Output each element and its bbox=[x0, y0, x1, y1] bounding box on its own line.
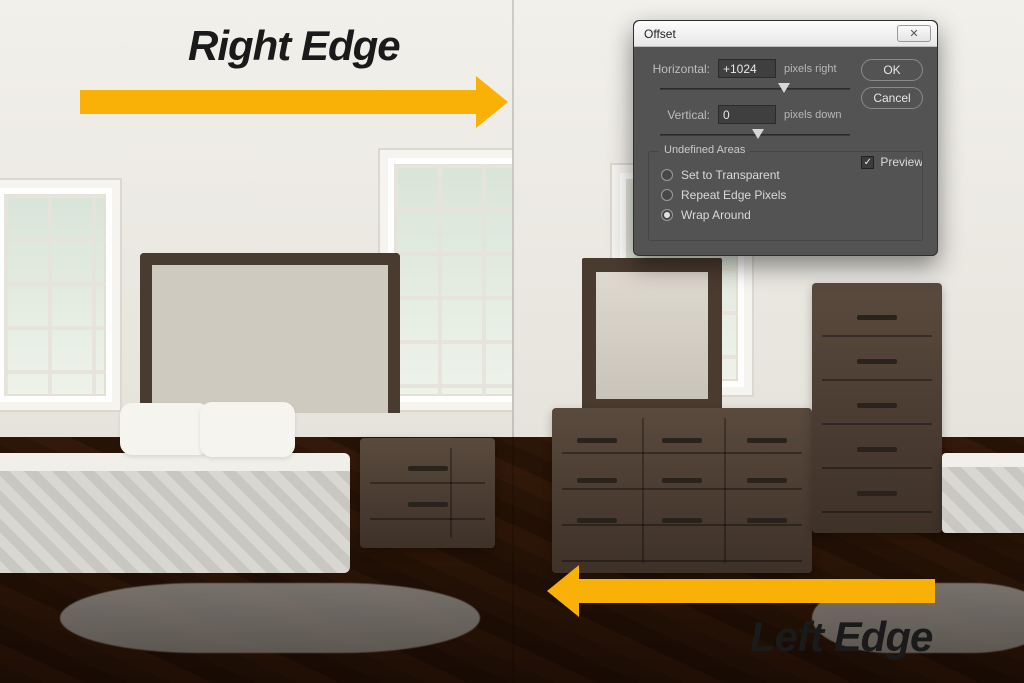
dialog-titlebar[interactable]: Offset ✕ bbox=[634, 21, 937, 47]
cancel-button[interactable]: Cancel bbox=[861, 87, 923, 109]
undefined-areas-group: Undefined Areas Set to Transparent Repea… bbox=[648, 151, 923, 241]
dialog-title: Offset bbox=[644, 27, 676, 41]
radio-wrap-around[interactable] bbox=[661, 209, 673, 221]
image-seam bbox=[512, 0, 514, 683]
vertical-unit: pixels down bbox=[784, 109, 841, 121]
annotation-right-edge-label: Right Edge bbox=[188, 22, 400, 70]
horizontal-label: Horizontal: bbox=[648, 62, 710, 76]
radio-repeat-edge-pixels[interactable] bbox=[661, 189, 673, 201]
annotation-left-edge-label: Left Edge bbox=[750, 613, 932, 661]
slider-thumb-icon[interactable] bbox=[778, 83, 790, 93]
slider-thumb-icon[interactable] bbox=[752, 129, 764, 139]
vertical-label: Vertical: bbox=[648, 108, 710, 122]
horizontal-input[interactable] bbox=[718, 59, 776, 78]
vertical-slider[interactable] bbox=[660, 129, 850, 141]
arrow-left-icon bbox=[575, 579, 935, 603]
arrow-right-icon bbox=[80, 90, 480, 114]
offset-dialog: Offset ✕ OK Cancel Horizontal: pixels ri… bbox=[633, 20, 938, 256]
window-close-button[interactable]: ✕ bbox=[897, 25, 931, 42]
radio-repeat-label: Repeat Edge Pixels bbox=[681, 188, 786, 202]
vertical-input[interactable] bbox=[718, 105, 776, 124]
horizontal-unit: pixels right bbox=[784, 63, 837, 75]
radio-wrap-label: Wrap Around bbox=[681, 208, 751, 222]
horizontal-slider[interactable] bbox=[660, 83, 850, 95]
close-icon: ✕ bbox=[909, 27, 918, 40]
radio-set-to-transparent[interactable] bbox=[661, 169, 673, 181]
ok-button[interactable]: OK bbox=[861, 59, 923, 81]
radio-transparent-label: Set to Transparent bbox=[681, 168, 780, 182]
group-title: Undefined Areas bbox=[659, 144, 750, 156]
